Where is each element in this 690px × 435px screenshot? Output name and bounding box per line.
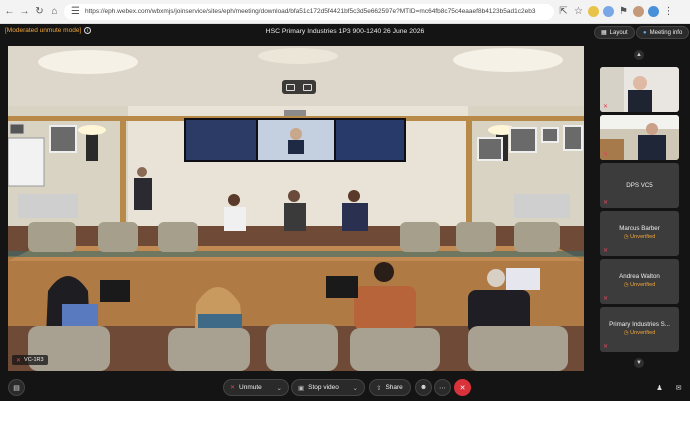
stage-name-text: VC-1R3 <box>24 357 44 363</box>
tune-icon[interactable]: ☰ <box>70 6 81 17</box>
participant-tile-andrea-walton[interactable]: Andrea Walton ◷ Unverified ✕ <box>600 259 679 304</box>
stop-video-button[interactable]: ▣ Stop video ⌄ <box>291 379 365 396</box>
participant-tile-dps-vc5[interactable]: DPS VC5 ✕ <box>600 163 679 208</box>
home-icon[interactable]: ⌂ <box>49 6 60 17</box>
room-video-image <box>8 46 584 371</box>
video-tools <box>282 80 316 94</box>
captions-icon[interactable]: ▤ <box>8 379 25 396</box>
layout-label: Layout <box>609 29 628 36</box>
mic-muted-icon: ✕ <box>230 385 236 391</box>
participant-name: Primary Industries S... <box>609 321 670 328</box>
info-icon: ● <box>643 29 647 36</box>
mic-muted-icon: ✕ <box>603 104 609 110</box>
meeting-title: HSC Primary Industries 1P3 900-1240 26 J… <box>265 28 425 35</box>
participant-name: Andrea Walton <box>619 273 660 280</box>
share-icon: ⇧ <box>376 384 382 392</box>
participants-icon[interactable]: ♟ <box>651 379 668 396</box>
chat-icon[interactable]: ✉ <box>670 379 687 396</box>
unmute-button[interactable]: ✕ Unmute ⌄ <box>223 379 289 396</box>
profile-icon[interactable] <box>648 6 659 17</box>
stage-name-label: ✕ VC-1R3 <box>12 355 48 365</box>
extension-icon[interactable] <box>588 6 599 17</box>
share-label: Share <box>385 384 403 391</box>
chevron-down-icon[interactable]: ⌄ <box>277 384 282 392</box>
verification-status: ◷ Unverified <box>623 282 656 288</box>
url-text: https://eph.webex.com/wbxmjs/joinservice… <box>85 8 536 15</box>
chevron-down-icon[interactable]: ⌄ <box>353 384 358 392</box>
page-background <box>0 401 690 435</box>
extension-icon[interactable] <box>603 6 614 17</box>
camera-icon: ▣ <box>298 384 305 392</box>
participant-name: DPS VC5 <box>626 182 653 189</box>
layout-icon: ▦ <box>601 30 607 36</box>
extensions-icon[interactable]: ⚑ <box>618 6 629 17</box>
participant-name: Marcus Barber <box>619 225 660 232</box>
mic-muted-icon: ✕ <box>603 200 609 206</box>
participant-tile-primary-industries[interactable]: Primary Industries S... ◷ Unverified ✕ <box>600 307 679 352</box>
reload-icon[interactable]: ↻ <box>34 6 45 17</box>
mic-muted-icon: ✕ <box>603 344 609 350</box>
participant-video <box>600 115 679 160</box>
meeting-window: [Moderated unmute mode] i HSC Primary In… <box>0 24 690 401</box>
avatar[interactable] <box>633 6 644 17</box>
pip-icon[interactable] <box>286 83 295 91</box>
reactions-icon[interactable]: ☻ <box>415 379 432 396</box>
verification-status: ◷ Unverified <box>623 234 656 240</box>
stop-video-label: Stop video <box>308 384 339 391</box>
meeting-controls: ▤ ✕ Unmute ⌄ ▣ Stop video ⌄ ⇧ Share ☻ ⋯ … <box>0 376 690 400</box>
end-call-icon[interactable]: ✕ <box>454 379 471 396</box>
participant-tile-marcus-barber[interactable]: Marcus Barber ◷ Unverified ✕ <box>600 211 679 256</box>
mic-muted-icon: ✕ <box>603 152 609 158</box>
forward-icon[interactable]: → <box>19 6 30 17</box>
status-text: Unverified <box>630 330 656 336</box>
meeting-info-button[interactable]: ● Meeting info <box>636 26 690 39</box>
unmute-label: Unmute <box>239 384 262 391</box>
status-text: Unverified <box>630 234 656 240</box>
participant-video <box>600 67 679 112</box>
more-options-icon[interactable]: ⋯ <box>434 379 451 396</box>
status-text: Unverified <box>630 282 656 288</box>
share-button[interactable]: ⇧ Share <box>369 379 411 396</box>
meeting-header: [Moderated unmute mode] i HSC Primary In… <box>0 24 690 41</box>
mic-muted-icon: ✕ <box>603 296 609 302</box>
back-icon[interactable]: ← <box>4 6 15 17</box>
menu-icon[interactable]: ⋮ <box>663 6 674 17</box>
meeting-info-label: Meeting info <box>649 29 683 36</box>
participant-tile[interactable]: ✕ <box>600 67 679 112</box>
browser-toolbar: ← → ↻ ⌂ ☰ https://eph.webex.com/wbxmjs/j… <box>0 0 690 24</box>
scroll-up-button[interactable]: ▲ <box>634 50 644 60</box>
fullscreen-icon[interactable] <box>303 83 312 91</box>
address-bar[interactable]: ☰ https://eph.webex.com/wbxmjs/joinservi… <box>64 3 554 20</box>
main-video[interactable]: ✕ VC-1R3 <box>8 46 584 371</box>
participant-tile[interactable]: ✕ <box>600 115 679 160</box>
scroll-down-button[interactable]: ▼ <box>634 358 644 368</box>
layout-button[interactable]: ▦ Layout <box>594 26 635 39</box>
star-icon[interactable]: ☆ <box>573 6 584 17</box>
share-icon[interactable]: ⇱ <box>558 6 569 17</box>
verification-status: ◷ Unverified <box>623 330 656 336</box>
mic-muted-icon: ✕ <box>603 248 609 254</box>
mic-muted-icon: ✕ <box>16 357 22 364</box>
